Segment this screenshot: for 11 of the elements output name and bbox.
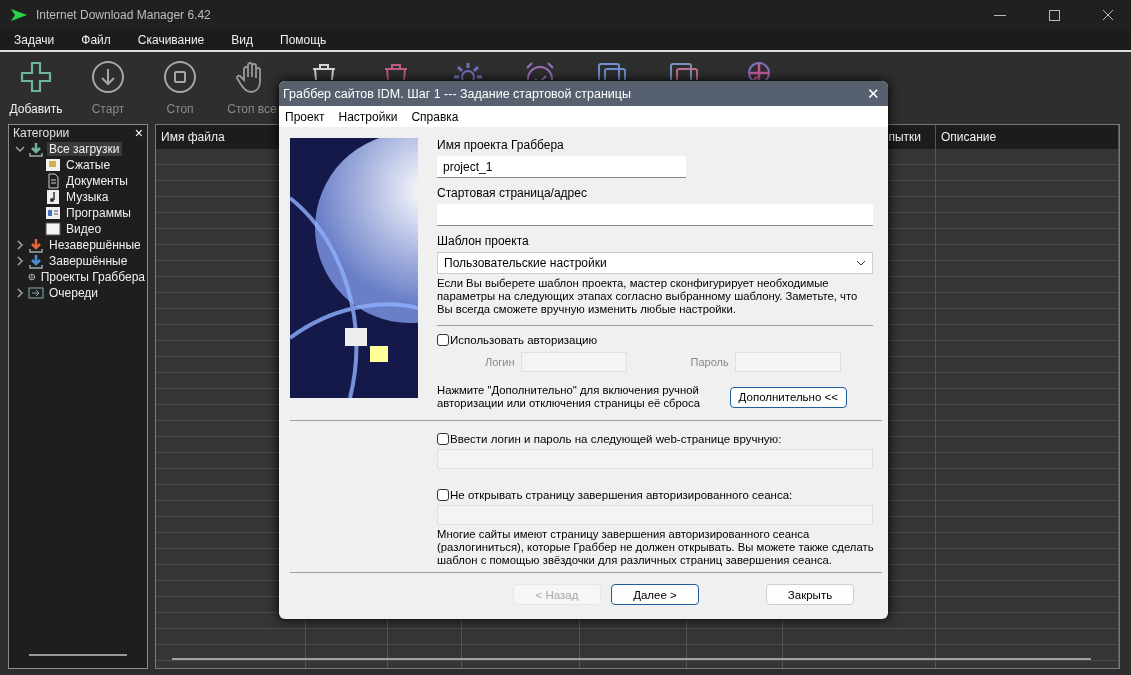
field-label: Шаблон проекта bbox=[437, 234, 530, 248]
advanced-note: Нажмите "Дополнительно" для включения ручной авторизации или отключения страницы её сброса bbox=[437, 384, 702, 410]
logout-note: Многие сайты имеют страницу завершения авторизированного сеанса (разлогиниться), которые Граббер не должен открывать. Вы можете также сделать шаблон с помощью звёздочки для различных страниц завершения сеанса. bbox=[437, 528, 875, 567]
panel-title: Категории bbox=[13, 126, 70, 140]
window-title: Internet Download Manager 6.42 bbox=[36, 8, 212, 22]
field-label: Стартовая страница/адрес bbox=[437, 186, 588, 200]
field-label: Имя проекта Граббера bbox=[437, 138, 565, 152]
field-label: Логин bbox=[485, 356, 515, 368]
template-note: Если Вы выберете шаблон проекта, мастер сконфигурирует необходимые параметры на следующих этапах согласно выбранному шаблону. Заметьте, что Вы всегда сможете вручную изменить любые настройки. bbox=[437, 277, 859, 316]
dialog-title: Граббер сайтов IDM. Шаг 1 --- Задание стартовой страницы bbox=[283, 86, 631, 101]
field-label: Пароль bbox=[690, 356, 729, 368]
